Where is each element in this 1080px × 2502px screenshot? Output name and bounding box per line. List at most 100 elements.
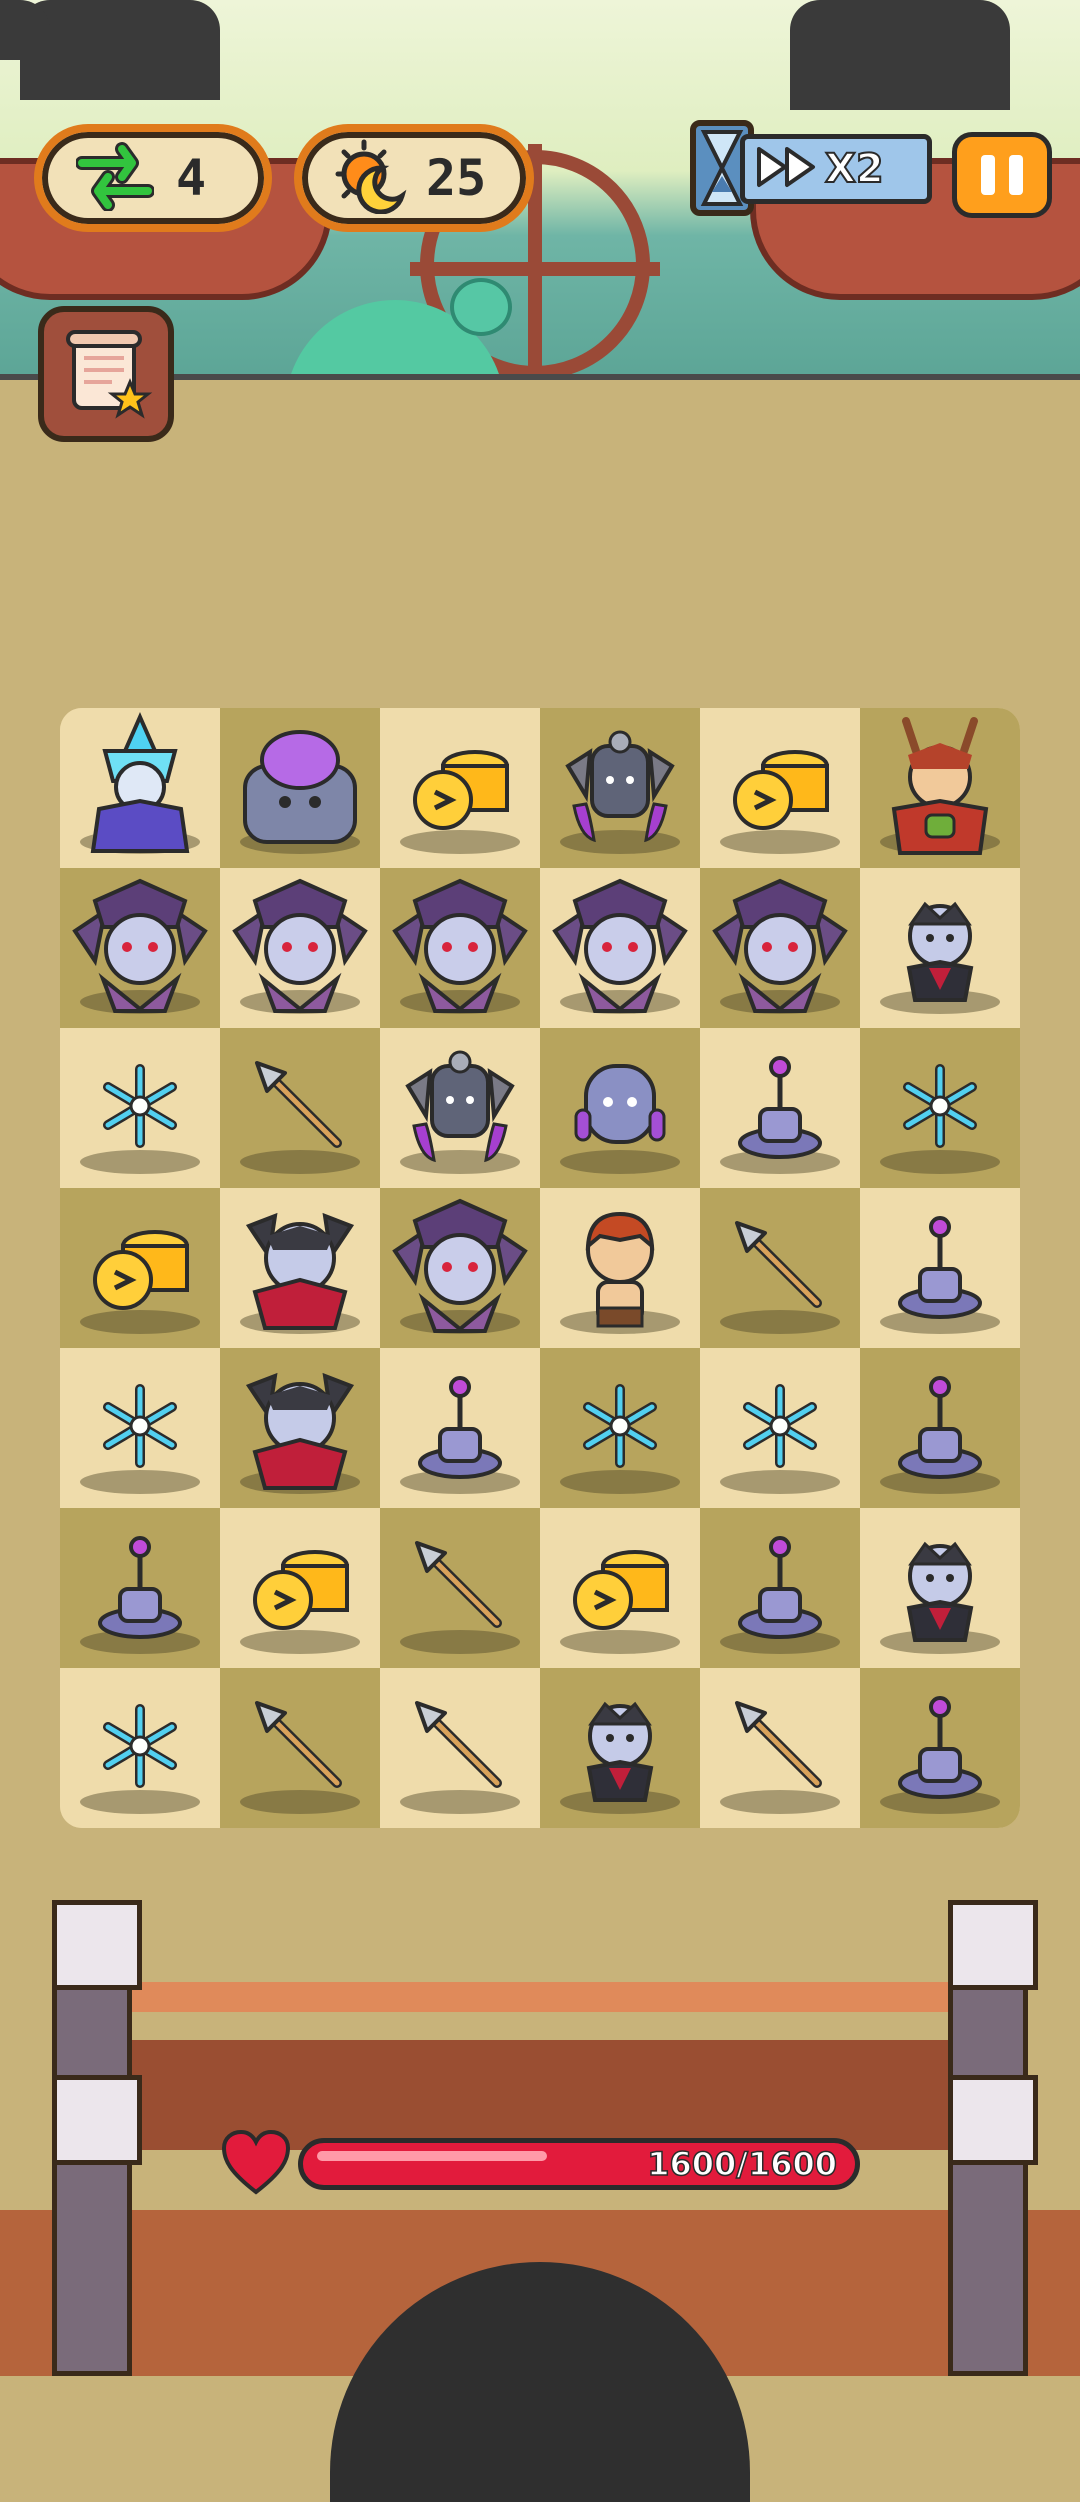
board-cell[interactable] <box>540 1668 700 1828</box>
board-cell[interactable] <box>700 868 860 1028</box>
board-cell[interactable] <box>540 1348 700 1508</box>
heart-icon <box>220 2129 292 2200</box>
red-haired-kid-icon <box>560 1196 680 1340</box>
pause-icon-right-bar <box>1009 155 1023 195</box>
merge-board <box>60 708 1020 1828</box>
board-cell[interactable] <box>380 868 540 1028</box>
board-cell[interactable] <box>540 1188 700 1348</box>
board-cell[interactable] <box>700 1348 860 1508</box>
board-cell[interactable] <box>60 1028 220 1188</box>
board-cell[interactable] <box>540 1028 700 1188</box>
sun-moon-icon <box>332 138 408 218</box>
vampire-large-icon <box>235 1356 365 1500</box>
fast-forward-icon <box>755 145 821 193</box>
board-cell[interactable] <box>540 868 700 1028</box>
speed-x2-button[interactable]: X2 <box>740 134 932 204</box>
board-cell[interactable] <box>220 1188 380 1348</box>
vampire-large-icon <box>235 1196 365 1340</box>
spear-icon <box>725 1691 835 1805</box>
board-cell[interactable] <box>700 1508 860 1668</box>
board-cell[interactable] <box>380 1508 540 1668</box>
energy-value: 25 <box>426 149 487 207</box>
board-cell[interactable] <box>860 1188 1020 1348</box>
board-cell[interactable] <box>540 1508 700 1668</box>
tesla-coil-icon <box>412 1371 508 1485</box>
tesla-coil-icon <box>892 1371 988 1485</box>
board-cell[interactable] <box>700 1668 860 1828</box>
deer-elf-hero-icon <box>870 711 1010 865</box>
spear-icon <box>245 1051 355 1165</box>
swaps-value: 4 <box>176 149 207 207</box>
board-cell[interactable] <box>220 708 380 868</box>
snowflake-icon <box>95 1381 185 1475</box>
swap-arrows-icon <box>75 141 155 215</box>
board-cell[interactable] <box>700 1188 860 1348</box>
gold-coins-icon <box>405 736 515 840</box>
tesla-coil-icon <box>892 1211 988 1325</box>
board-cell[interactable] <box>220 1668 380 1828</box>
board-cell[interactable] <box>60 868 220 1028</box>
gold-coins-icon <box>565 1536 675 1640</box>
vampire-small-icon <box>565 1686 675 1810</box>
winged-guardian-icon <box>390 1036 530 1180</box>
tesla-coil-icon <box>892 1691 988 1805</box>
board-cell[interactable] <box>860 1348 1020 1508</box>
board-cell[interactable] <box>540 708 700 868</box>
spider-demon-icon <box>545 871 695 1025</box>
board-cell[interactable] <box>60 1508 220 1668</box>
board-cell[interactable] <box>700 708 860 868</box>
tesla-coil-icon <box>92 1531 188 1645</box>
board-cell[interactable] <box>60 708 220 868</box>
snowflake-icon <box>735 1381 825 1475</box>
pillar-right <box>948 1900 1038 2376</box>
energy-counter: 25 <box>294 124 534 232</box>
slime-bubble <box>450 278 512 336</box>
board-cell[interactable] <box>380 1668 540 1828</box>
scroll-star-icon <box>58 324 154 424</box>
gold-coins-icon <box>725 736 835 840</box>
board-cell[interactable] <box>60 1348 220 1508</box>
board-cell[interactable] <box>220 868 380 1028</box>
board-cell[interactable] <box>220 1028 380 1188</box>
snowflake-icon <box>95 1701 185 1795</box>
board-cell[interactable] <box>860 1028 1020 1188</box>
gold-coins-icon <box>85 1216 195 1320</box>
board-cell[interactable] <box>380 1348 540 1508</box>
board-cell[interactable] <box>860 708 1020 868</box>
board-cell[interactable] <box>860 868 1020 1028</box>
vampire-small-icon <box>885 1526 995 1650</box>
board-cell[interactable] <box>220 1348 380 1508</box>
spear-icon <box>405 1531 515 1645</box>
spider-demon-icon <box>385 1191 535 1345</box>
vampire-small-icon <box>885 886 995 1010</box>
spider-demon-icon <box>225 871 375 1025</box>
board-cell[interactable] <box>860 1508 1020 1668</box>
gold-coins-icon <box>245 1536 355 1640</box>
spear-icon <box>725 1211 835 1325</box>
board-cell[interactable] <box>380 1188 540 1348</box>
spear-icon <box>405 1691 515 1805</box>
swaps-counter: 4 <box>34 124 272 232</box>
spear-icon <box>245 1691 355 1805</box>
board-cell[interactable] <box>60 1668 220 1828</box>
snowflake-icon <box>575 1381 665 1475</box>
blue-robot-icon <box>560 1046 680 1170</box>
pause-button[interactable] <box>952 132 1052 218</box>
spider-demon-icon <box>65 871 215 1025</box>
winged-guardian-icon <box>550 716 690 860</box>
board-cell[interactable] <box>380 1028 540 1188</box>
board-cell[interactable] <box>220 1508 380 1668</box>
health-text: 1600/1600 <box>646 2144 837 2184</box>
ice-mage-hero-icon <box>75 711 205 865</box>
purple-orb-golem-icon <box>225 716 375 860</box>
spider-demon-icon <box>705 871 855 1025</box>
pillar-left <box>52 1900 142 2376</box>
quest-scroll-button[interactable] <box>38 306 174 442</box>
health-bar: 1600/1600 <box>298 2138 860 2190</box>
board-cell[interactable] <box>380 708 540 868</box>
board-cell[interactable] <box>700 1028 860 1188</box>
pause-icon-left-bar <box>981 155 995 195</box>
board-cell[interactable] <box>60 1188 220 1348</box>
board-cell[interactable] <box>860 1668 1020 1828</box>
speed-label: X2 <box>824 145 885 193</box>
